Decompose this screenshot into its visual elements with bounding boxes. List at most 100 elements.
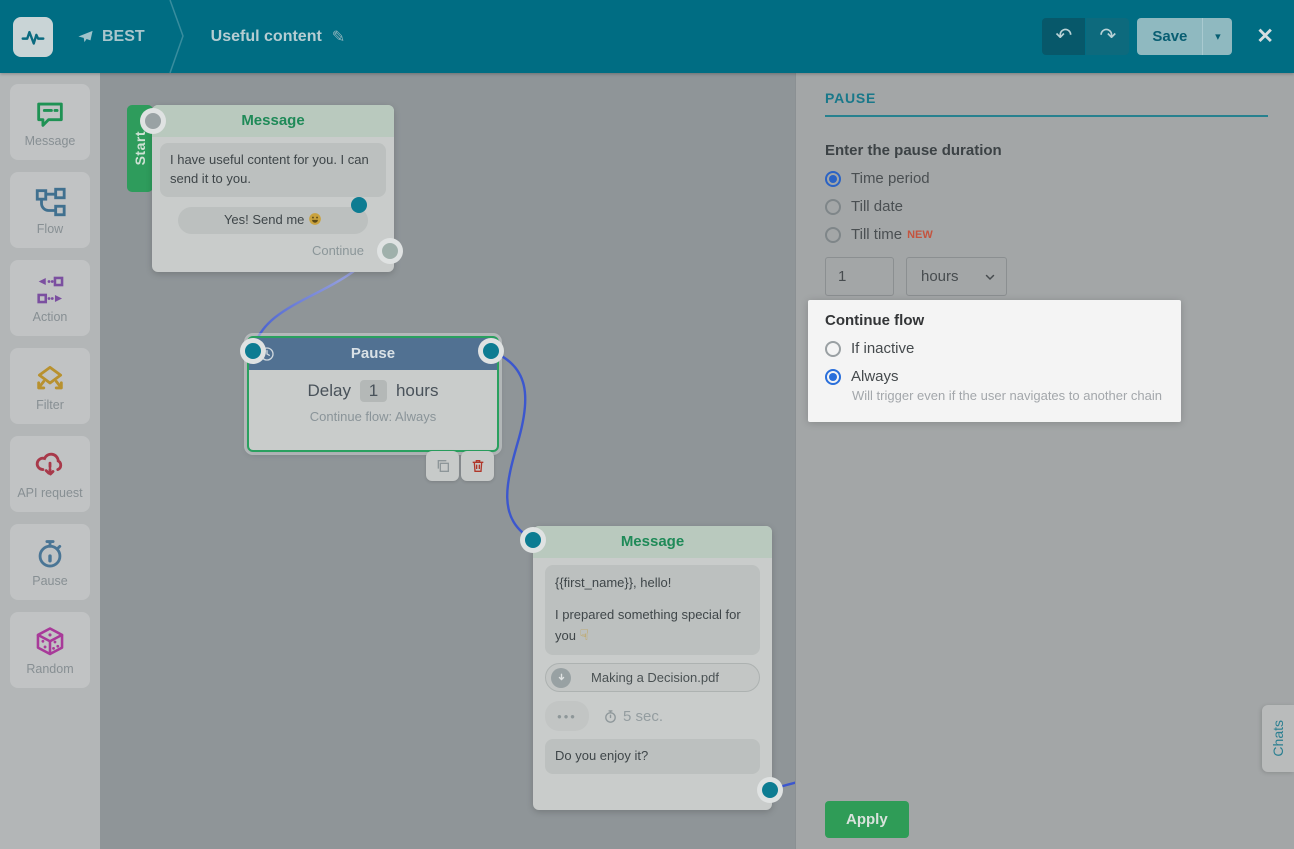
pause-delay-row: Delay 1 hours xyxy=(249,380,497,402)
duration-value-input[interactable] xyxy=(825,257,894,296)
palette-label: Action xyxy=(33,310,68,324)
backhand-index-pointing-down-emoji: ☟ xyxy=(580,627,589,644)
breadcrumb-bot-name[interactable]: BEST xyxy=(77,28,145,46)
duration-unit-select[interactable]: hours xyxy=(906,257,1007,296)
node-message-2[interactable]: Message {{first_name}}, hello! I prepare… xyxy=(533,526,772,810)
continue-output-port[interactable] xyxy=(382,243,398,259)
radio-label: Till date xyxy=(851,198,903,215)
delay-unit: hours xyxy=(396,381,439,400)
pencil-icon[interactable]: ✎ xyxy=(332,27,345,47)
message2-input-port[interactable] xyxy=(525,532,541,548)
copy-node-button[interactable] xyxy=(426,451,459,481)
radio-till-time[interactable]: Till time NEW xyxy=(825,226,1268,243)
radio-circle[interactable] xyxy=(825,199,841,215)
flow-canvas[interactable]: Start Message I have useful content for … xyxy=(100,73,795,849)
palette-item-flow[interactable]: Flow xyxy=(10,172,90,248)
palette-label: Filter xyxy=(36,398,64,412)
delay-value: 1 xyxy=(360,380,387,402)
undo-button[interactable]: ↶ xyxy=(1042,18,1085,55)
radio-circle[interactable] xyxy=(825,171,841,187)
palette-label: Pause xyxy=(32,574,67,588)
radio-till-date[interactable]: Till date xyxy=(825,198,1268,215)
palette-label: API request xyxy=(17,486,82,500)
button-output-port[interactable] xyxy=(351,197,367,213)
radio-circle[interactable] xyxy=(825,227,841,243)
node-header[interactable]: Message xyxy=(152,105,394,137)
radio-always[interactable]: Always xyxy=(825,368,1181,385)
start-label: Start xyxy=(132,131,148,165)
palette-item-action[interactable]: Action xyxy=(10,260,90,336)
attachment-name: Making a Decision.pdf xyxy=(571,670,759,685)
stopwatch-icon xyxy=(33,537,67,571)
chevron-down-icon xyxy=(984,271,996,283)
dice-icon xyxy=(33,625,67,659)
brand-label: BEST xyxy=(102,28,145,46)
message-line2: I prepared something special for you ☟ xyxy=(555,606,750,647)
palette-label: Message xyxy=(25,134,76,148)
node-header[interactable]: Message xyxy=(533,526,772,558)
pause-output-port[interactable] xyxy=(483,343,499,359)
save-button[interactable]: Save xyxy=(1137,18,1202,55)
radio-circle[interactable] xyxy=(825,341,841,357)
palette-item-message[interactable]: Message xyxy=(10,84,90,160)
message-text-bubble[interactable]: {{first_name}}, hello! I prepared someth… xyxy=(545,565,760,655)
message-question-bubble[interactable]: Do you enjoy it? xyxy=(545,739,760,774)
radio-label: Till time xyxy=(851,226,902,243)
redo-button[interactable]: ↷ xyxy=(1086,18,1129,55)
top-bar: BEST Useful content ✎ ↶ ↷ Save ▾ ✕ xyxy=(0,0,1294,73)
radio-label: If inactive xyxy=(851,340,914,357)
delete-node-button[interactable] xyxy=(461,451,494,481)
pause-title: Pause xyxy=(351,345,395,362)
radio-time-period[interactable]: Time period xyxy=(825,170,1268,187)
typing-dots: ••• xyxy=(545,701,589,731)
chats-tab-label: Chats xyxy=(1270,720,1286,757)
filter-diamond-icon xyxy=(33,361,67,395)
quick-reply-button[interactable]: Yes! Send me xyxy=(178,207,368,234)
apply-button[interactable]: Apply xyxy=(825,801,909,838)
palette-item-random[interactable]: Random xyxy=(10,612,90,688)
continue-flow-title: Continue flow xyxy=(825,312,1181,329)
node-message-1[interactable]: Message I have useful content for you. I… xyxy=(152,105,394,272)
action-arrows-icon xyxy=(33,273,67,307)
typing-delay-text: 5 sec. xyxy=(623,708,663,725)
node-pause-selected[interactable]: Pause Delay 1 hours Continue flow: Alway… xyxy=(247,336,499,452)
attachment-row[interactable]: Making a Decision.pdf xyxy=(545,663,760,692)
panel-heading-rule xyxy=(825,115,1268,117)
new-badge: NEW xyxy=(907,229,933,241)
duration-inputs: hours xyxy=(825,257,1268,296)
input-port[interactable] xyxy=(145,113,161,129)
typing-delay-row[interactable]: ••• 5 sec. xyxy=(545,701,760,731)
continue-label: Continue xyxy=(312,243,364,258)
stopwatch-icon xyxy=(603,709,618,724)
palette-label: Flow xyxy=(37,222,63,236)
palette-label: Random xyxy=(26,662,73,676)
radio-label: Time period xyxy=(851,170,930,187)
trash-icon xyxy=(470,458,486,474)
chats-tab[interactable]: Chats xyxy=(1262,705,1294,772)
palette-item-api-request[interactable]: API request xyxy=(10,436,90,512)
palette-item-filter[interactable]: Filter xyxy=(10,348,90,424)
copy-icon xyxy=(435,458,451,474)
save-dropdown-button[interactable]: ▾ xyxy=(1202,18,1232,55)
message-text-bubble[interactable]: I have useful content for you. I can sen… xyxy=(160,143,386,197)
message-bubble-icon xyxy=(33,97,67,131)
typing-delay-value: 5 sec. xyxy=(603,708,663,725)
save-split-button: Save ▾ xyxy=(1137,18,1232,55)
message-line1: {{first_name}}, hello! xyxy=(555,574,750,593)
unit-selected-value: hours xyxy=(921,268,984,285)
radio-circle[interactable] xyxy=(825,369,841,385)
message2-continue-port[interactable] xyxy=(762,782,778,798)
radio-if-inactive[interactable]: If inactive xyxy=(825,340,1181,357)
always-note: Will trigger even if the user navigates … xyxy=(852,388,1181,403)
breadcrumb-separator xyxy=(167,0,187,73)
telegram-plane-icon xyxy=(77,28,94,45)
delay-prefix: Delay xyxy=(308,381,351,400)
close-icon[interactable]: ✕ xyxy=(1256,24,1274,49)
app-logo[interactable] xyxy=(13,17,53,57)
flow-title: Useful content ✎ xyxy=(211,27,346,47)
palette-item-pause[interactable]: Pause xyxy=(10,524,90,600)
node-header[interactable]: Pause xyxy=(249,338,497,370)
api-cloud-icon xyxy=(33,449,67,483)
pause-input-port[interactable] xyxy=(245,343,261,359)
flow-title-label: Useful content xyxy=(211,28,322,46)
